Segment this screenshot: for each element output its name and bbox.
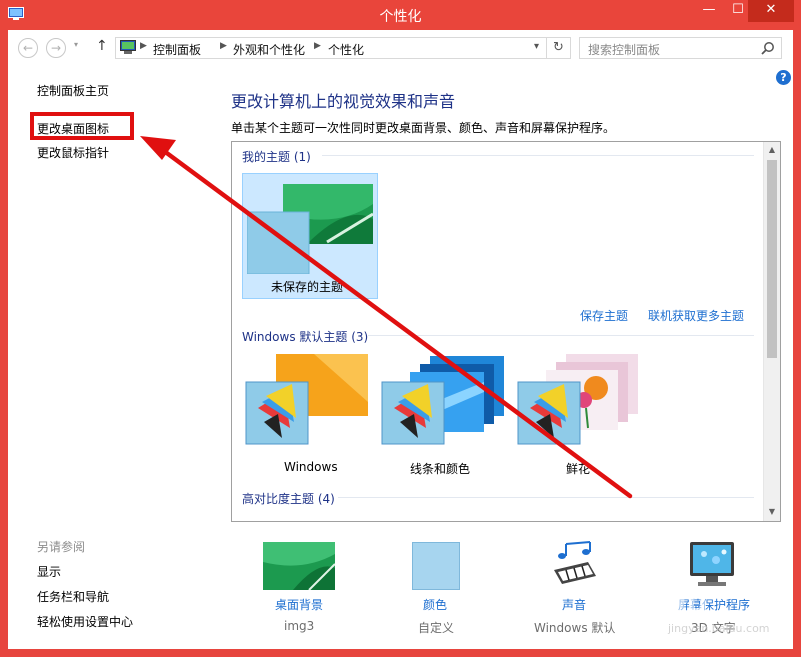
- breadcrumb-separator: ▶: [140, 41, 147, 51]
- page-description: 单击某个主题可一次性同时更改桌面背景、颜色、声音和屏幕保护程序。: [231, 121, 616, 135]
- forward-button[interactable]: →: [46, 38, 66, 58]
- search-input[interactable]: 搜索控制面板: [579, 37, 782, 59]
- control-panel-icon: [120, 40, 136, 54]
- watermark-logo: Baidu: [612, 585, 709, 620]
- address-bar[interactable]: ▶ 控制面板 ▶ 外观和个性化 ▶ 个性化 ▾: [115, 37, 547, 59]
- navigation-bar: ← → ▾ ↑ ▶ 控制面板 ▶ 外观和个性化 ▶ 个性化 ▾ ↻ 搜索控制面板: [8, 30, 793, 66]
- breadcrumb-personalization[interactable]: 个性化: [328, 41, 364, 58]
- wallpaper-icon: [263, 542, 336, 591]
- sound-label[interactable]: 声音: [562, 596, 586, 613]
- group-divider: [338, 497, 754, 498]
- help-icon[interactable]: ?: [776, 70, 791, 85]
- recent-locations-dropdown[interactable]: ▾: [74, 40, 78, 49]
- window-client: ← → ▾ ↑ ▶ 控制面板 ▶ 外观和个性化 ▶ 个性化 ▾ ↻ 搜索控制面板: [8, 30, 793, 649]
- desktop-background-tile[interactable]: [263, 542, 336, 592]
- page-title: 更改计算机上的视觉效果和声音: [231, 92, 456, 111]
- up-button[interactable]: ↑: [96, 38, 108, 54]
- theme-lines-and-colors[interactable]: 线条和颜色: [380, 352, 520, 482]
- window: 个性化 — ☐ ✕ ← → ▾ ↑ ▶ 控制面板 ▶ 外观和个性化 ▶ 个性化: [0, 0, 801, 657]
- theme-lines-and-colors-preview: [381, 356, 504, 445]
- watermark-url: jingyan.baidu.com: [668, 622, 770, 635]
- breadcrumb-appearance[interactable]: 外观和个性化: [233, 41, 305, 58]
- scroll-thumb[interactable]: [767, 160, 777, 358]
- breadcrumb-separator: ▶: [220, 41, 227, 51]
- theme-unsaved-preview: [247, 184, 373, 274]
- refresh-button[interactable]: ↻: [547, 37, 571, 59]
- scroll-down-icon[interactable]: ▼: [764, 504, 780, 520]
- annotation-highlight-box: [30, 112, 134, 140]
- sound-value: Windows 默认: [534, 621, 616, 635]
- theme-list: 我的主题 (1) 未保存的主题 保存主题 联机获取更多主题 Windows 默认…: [231, 141, 781, 522]
- theme-windows-label: Windows: [284, 460, 338, 474]
- group-divider: [368, 335, 754, 336]
- desktop-background-label[interactable]: 桌面背景: [275, 596, 323, 613]
- color-value: 自定义: [418, 621, 455, 635]
- group-default-themes-header: Windows 默认主题 (3): [242, 330, 369, 344]
- group-divider: [322, 155, 754, 156]
- desktop-background-value: img3: [284, 619, 315, 633]
- color-tile[interactable]: [412, 542, 460, 590]
- close-button[interactable]: ✕: [748, 0, 794, 22]
- sound-tile[interactable]: [548, 540, 600, 592]
- save-theme-link[interactable]: 保存主题: [580, 307, 628, 324]
- see-also-display[interactable]: 显示: [37, 563, 61, 580]
- group-high-contrast-header: 高对比度主题 (4): [242, 492, 335, 506]
- sidebar-item-control-panel-home[interactable]: 控制面板主页: [37, 82, 109, 99]
- theme-list-scrollbar[interactable]: ▲ ▼: [763, 142, 780, 521]
- sound-icon: [554, 541, 596, 584]
- back-button[interactable]: ←: [18, 38, 38, 58]
- theme-flowers[interactable]: 鲜花: [516, 352, 656, 482]
- theme-unsaved-label: 未保存的主题: [271, 280, 344, 294]
- color-label[interactable]: 颜色: [423, 596, 447, 613]
- search-icon[interactable]: [761, 41, 775, 55]
- minimize-button[interactable]: —: [694, 0, 724, 22]
- theme-windows[interactable]: Windows: [244, 352, 384, 482]
- see-also-ease-of-access[interactable]: 轻松使用设置中心: [37, 613, 133, 630]
- color-icon: [412, 542, 460, 590]
- theme-lines-and-colors-label: 线条和颜色: [410, 462, 471, 476]
- group-my-themes-header: 我的主题 (1): [242, 150, 311, 164]
- get-more-themes-link[interactable]: 联机获取更多主题: [648, 307, 744, 324]
- scroll-up-icon[interactable]: ▲: [764, 142, 780, 158]
- theme-flowers-preview: [517, 354, 638, 445]
- window-title: 个性化: [379, 9, 422, 25]
- theme-windows-preview: [245, 354, 368, 445]
- breadcrumb-control-panel[interactable]: 控制面板: [153, 41, 201, 58]
- sidebar-item-change-mouse-pointer[interactable]: 更改鼠标指针: [37, 144, 109, 161]
- search-placeholder: 搜索控制面板: [588, 43, 661, 57]
- see-also-taskbar[interactable]: 任务栏和导航: [37, 588, 109, 605]
- theme-flowers-label: 鲜花: [566, 462, 591, 476]
- theme-unsaved[interactable]: 未保存的主题: [242, 173, 378, 299]
- address-dropdown-icon[interactable]: ▾: [534, 41, 539, 52]
- see-also-heading: 另请参阅: [37, 540, 86, 554]
- breadcrumb-separator: ▶: [314, 41, 321, 51]
- title-bar[interactable]: 个性化 — ☐ ✕: [0, 0, 801, 30]
